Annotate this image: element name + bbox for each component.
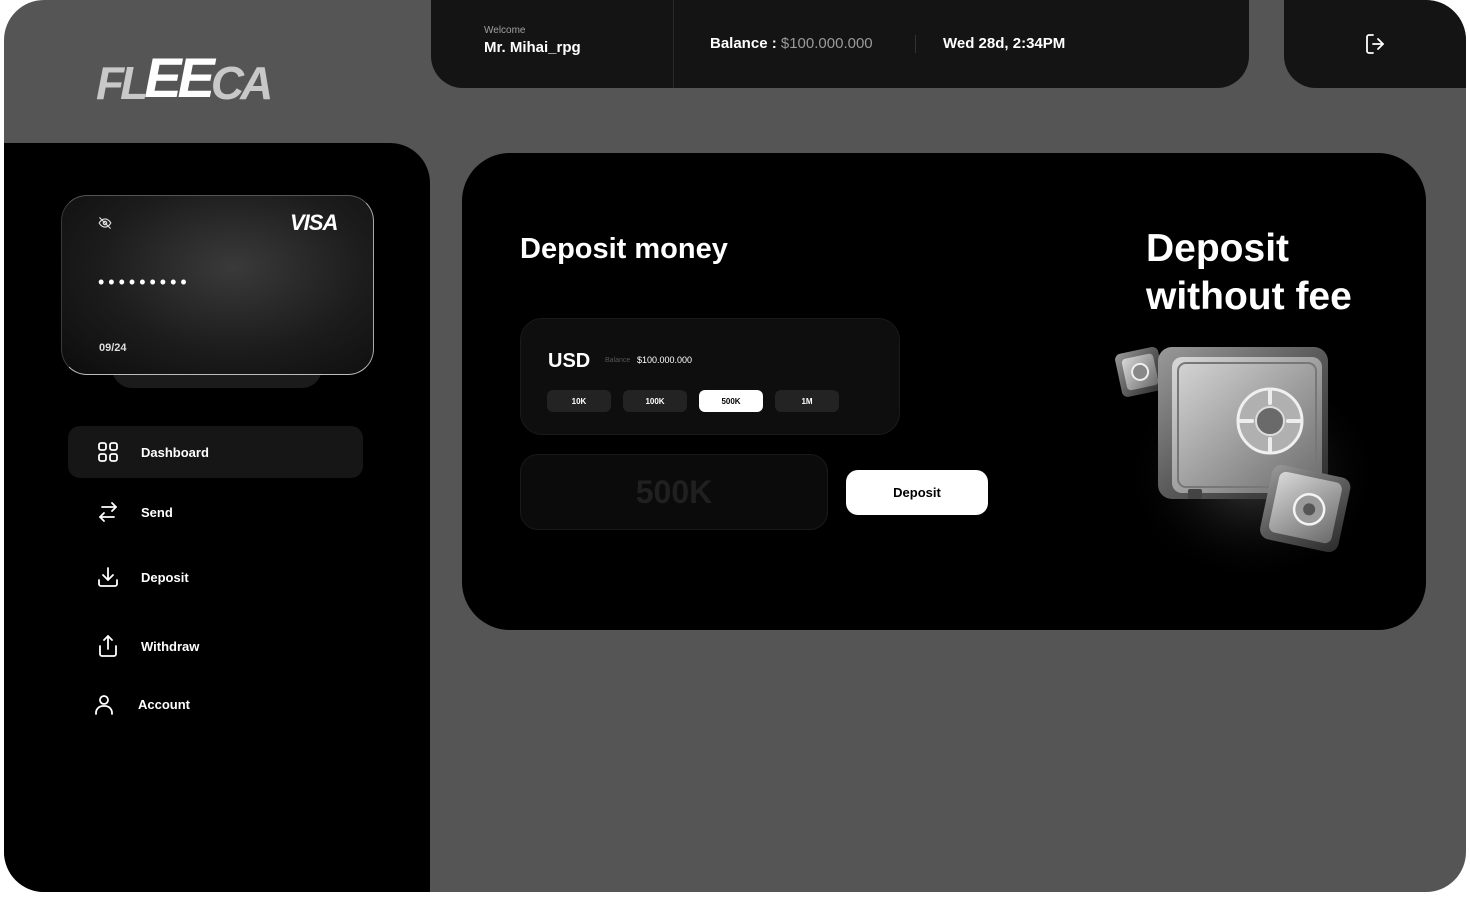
currency-balance-label: Balance	[605, 357, 631, 364]
sidebar-item-withdraw[interactable]: Withdraw	[68, 620, 363, 672]
welcome-label: Welcome	[484, 25, 526, 36]
sidebar-item-label: Deposit	[141, 569, 189, 585]
top-header: Welcome Mr. Mihai_rpg Balance : $100.000…	[431, 0, 1249, 88]
sidebar-item-label: Account	[138, 696, 190, 712]
logo-part-2: EE	[144, 46, 215, 109]
quick-amount-100k-button[interactable]: 100K	[623, 390, 687, 412]
balance-label: Balance :	[710, 35, 781, 52]
sidebar-item-account[interactable]: Account	[68, 678, 363, 730]
amount-input[interactable]	[520, 454, 828, 530]
logo-part-3: CA	[210, 57, 273, 109]
app-window: FL EE CA Welcome Mr. Mihai_rpg Balance :…	[4, 0, 1466, 892]
welcome-block: Welcome Mr. Mihai_rpg	[484, 25, 581, 56]
user-icon	[92, 692, 116, 716]
quick-amount-10k-button[interactable]: 10K	[547, 390, 611, 412]
quick-amount-500k-button[interactable]: 500K	[699, 390, 763, 412]
card-network: VISA	[290, 210, 338, 235]
transfer-icon	[96, 500, 120, 524]
quick-amount-1m-button[interactable]: 1M	[775, 390, 839, 412]
user-name: Mr. Mihai_rpg	[484, 39, 581, 56]
eye-off-icon[interactable]	[98, 216, 112, 235]
sidebar-item-label: Withdraw	[141, 638, 200, 654]
header-divider	[673, 0, 674, 88]
fleeca-logo: FL EE CA	[96, 46, 273, 109]
currency-balance-value: $100.000.000	[637, 355, 693, 365]
safe-icon	[1102, 333, 1382, 578]
currency-box: USD Balance $100.000.000 10K 100K 500K 1…	[520, 318, 900, 435]
download-icon	[96, 565, 120, 589]
promo-title: Deposit without fee	[1146, 225, 1406, 321]
upload-icon	[96, 634, 120, 658]
header-divider-small	[915, 35, 916, 53]
header-balance: Balance : $100.000.000	[710, 35, 873, 52]
deposit-button[interactable]: Deposit	[846, 470, 988, 515]
bank-card[interactable]: VISA ••••••••• 09/24	[61, 195, 374, 375]
currency-code: USD	[548, 350, 591, 372]
balance-value: $100.000.000	[780, 35, 873, 52]
page-title: Deposit money	[520, 233, 728, 265]
logout-panel	[1284, 0, 1466, 88]
sidebar-item-send[interactable]: Send	[68, 486, 363, 538]
card-number-masked: •••••••••	[98, 272, 191, 292]
sidebar-item-label: Send	[141, 504, 173, 520]
sidebar-item-dashboard[interactable]: Dashboard	[68, 426, 363, 478]
sidebar-item-deposit[interactable]: Deposit	[68, 551, 363, 603]
logout-icon[interactable]	[1364, 32, 1388, 61]
sidebar-item-label: Dashboard	[141, 444, 209, 460]
promo-line-2: without fee	[1146, 274, 1352, 318]
deposit-panel: Deposit money USD Balance $100.000.000 1…	[462, 153, 1426, 630]
grid-icon	[96, 440, 120, 464]
card-expiry: 09/24	[99, 342, 127, 354]
logo-part-1: FL	[96, 57, 148, 109]
sidebar: VISA ••••••••• 09/24 Dashboard Send Depo…	[4, 143, 430, 892]
promo-line-1: Deposit	[1146, 227, 1290, 270]
header-datetime: Wed 28d, 2:34PM	[943, 35, 1066, 52]
